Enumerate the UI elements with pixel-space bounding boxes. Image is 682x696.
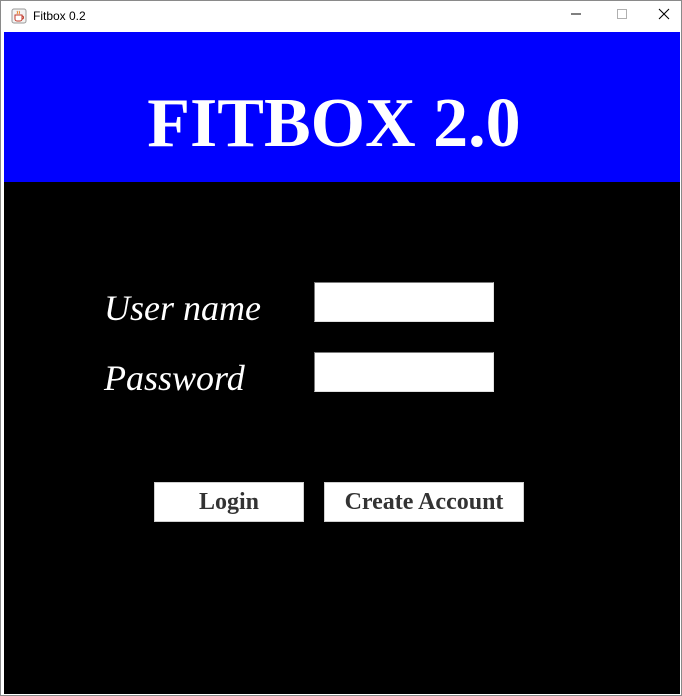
app-title: FITBOX 2.0	[147, 85, 521, 162]
username-label: User name	[104, 288, 261, 328]
password-label: Password	[104, 358, 245, 398]
minimize-button[interactable]	[553, 1, 599, 31]
title-bar[interactable]: Fitbox 0.2	[1, 1, 681, 31]
password-input[interactable]	[314, 352, 494, 392]
close-icon	[658, 7, 670, 25]
login-button[interactable]: Login	[154, 482, 304, 522]
create-account-button[interactable]: Create Account	[324, 482, 524, 522]
window-title: Fitbox 0.2	[33, 9, 86, 23]
maximize-button[interactable]	[599, 1, 645, 31]
login-panel: FITBOX 2.0 User name Password Login Crea…	[4, 32, 680, 694]
header-banner: FITBOX 2.0	[4, 32, 680, 182]
minimize-icon	[570, 7, 582, 25]
app-window: Fitbox 0.2 FITBOX 2.0 User name Password…	[0, 0, 682, 696]
username-input[interactable]	[314, 282, 494, 322]
maximize-icon	[616, 7, 628, 25]
close-button[interactable]	[641, 1, 682, 31]
java-cup-icon	[11, 8, 27, 24]
